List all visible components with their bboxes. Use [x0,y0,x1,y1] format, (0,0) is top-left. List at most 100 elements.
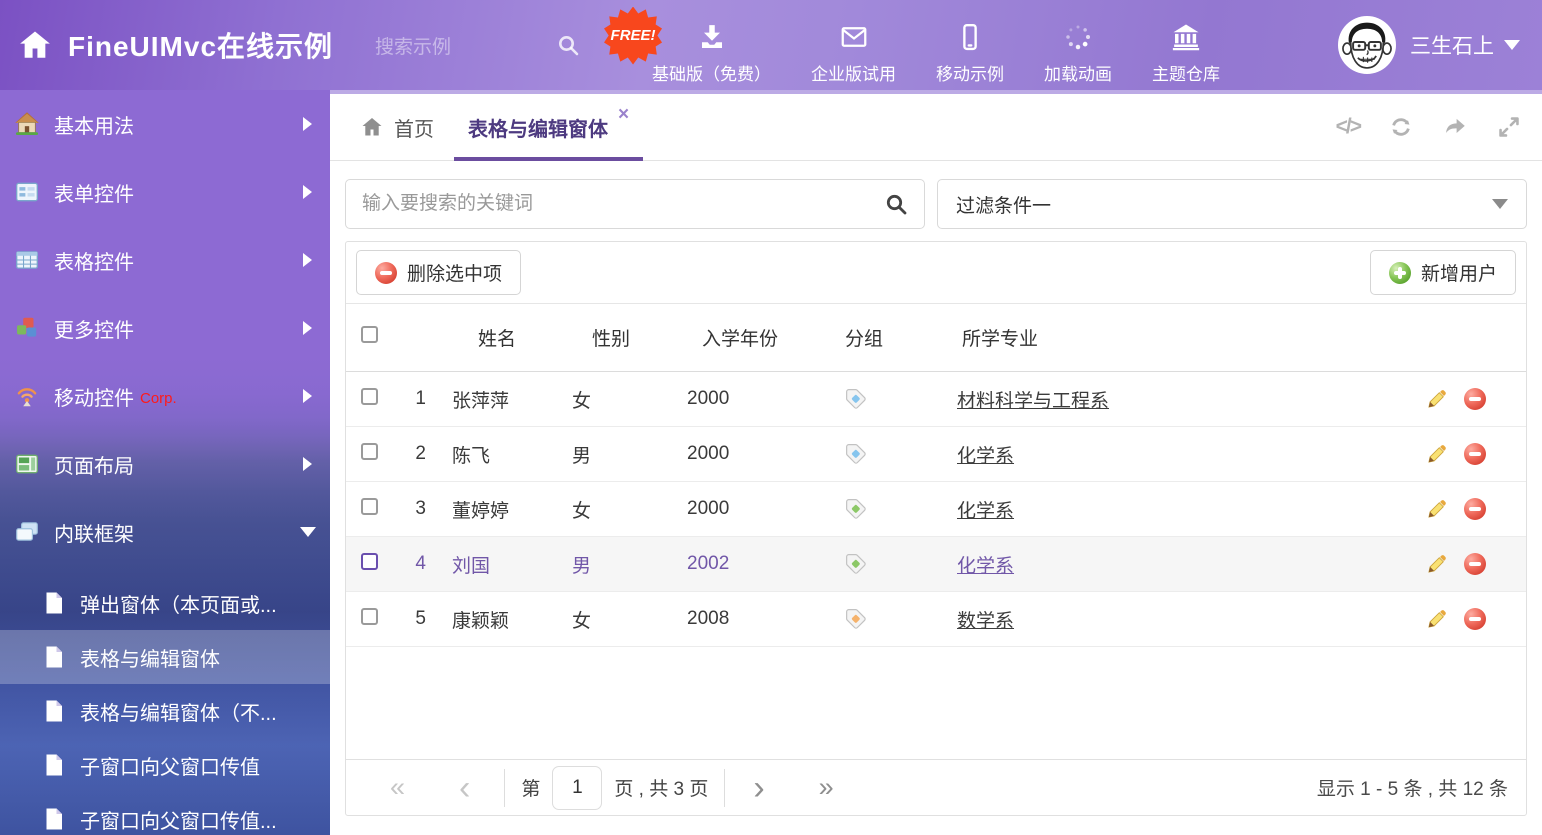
avatar[interactable] [1338,16,1396,74]
code-icon[interactable]: </> [1336,115,1360,139]
row-checkbox[interactable] [361,553,378,570]
layout-icon [14,451,40,477]
forward-icon[interactable] [1442,114,1468,140]
table-row[interactable]: 1 张萍萍 女 2000 材料科学与工程系 [346,372,1526,427]
table-row[interactable]: 3 董婷婷 女 2000 化学系 [346,482,1526,537]
search-input-box[interactable] [345,179,925,229]
add-user-button[interactable]: 新增用户 [1370,250,1516,295]
sidebar-subitem[interactable]: 子窗口向父窗口传值 [0,738,330,792]
cell-name: 张萍萍 [452,386,572,413]
chevron-down-icon [1504,40,1520,50]
page-input[interactable] [552,766,602,810]
cell-name: 康颖颖 [452,606,572,633]
sidebar-subitem[interactable]: 子窗口向父窗口传值... [0,792,330,835]
sidebar: 基本用法 表单控件 表格控件 更多控件 移动控件 Corp. 页面布局 [0,90,330,835]
filter-select[interactable]: 过滤条件一 [937,179,1527,229]
header-search-placeholder: 搜索示例 [375,32,451,59]
close-icon[interactable]: × [618,104,629,126]
select-all-checkbox[interactable] [361,326,378,343]
tag-icon[interactable] [845,388,957,410]
plus-icon [1389,262,1411,284]
filter-row: 过滤条件一 [330,161,1542,229]
tab-active[interactable]: 表格与编辑窗体 × [466,94,629,160]
header-search[interactable]: 搜索示例 [375,32,580,59]
search-icon[interactable] [556,33,580,57]
next-page-button[interactable]: › [753,771,764,805]
row-checkbox[interactable] [361,388,378,405]
sidebar-item[interactable]: 内联框架 [0,498,330,566]
col-major: 所学专业 [957,324,1377,351]
major-link[interactable]: 材料科学与工程系 [957,391,1109,412]
divider [724,769,725,807]
col-year: 入学年份 [687,324,842,351]
row-checkbox[interactable] [361,498,378,515]
delete-selected-button[interactable]: 删除选中项 [356,250,521,295]
home-icon [360,115,384,139]
search-icon[interactable] [884,192,908,216]
last-page-button[interactable]: » [819,774,834,801]
search-input[interactable] [362,193,884,215]
edit-icon[interactable] [1425,553,1448,576]
edit-icon[interactable] [1425,498,1448,521]
sidebar-item[interactable]: 移动控件 Corp. [0,362,330,430]
header-nav-item[interactable]: 移动示例 [916,6,1024,85]
delete-icon[interactable] [1464,388,1486,410]
cell-gender: 女 [572,496,687,523]
nav-label: 主题仓库 [1152,60,1220,85]
sidebar-item[interactable]: 表格控件 [0,226,330,294]
header-nav-item[interactable]: 企业版试用 [791,6,916,85]
sidebar-item[interactable]: 基本用法 [0,90,330,158]
major-link[interactable]: 化学系 [957,556,1014,577]
header-nav-item[interactable]: FREE! 基础版（免费） [632,6,791,85]
table-row[interactable]: 5 康颖颖 女 2008 数学系 [346,592,1526,647]
chevron-right-icon [303,389,312,403]
prev-page-button[interactable]: ‹ [459,771,470,805]
delete-icon[interactable] [1464,608,1486,630]
tag-icon[interactable] [845,553,957,575]
row-checkbox[interactable] [361,443,378,460]
cell-name: 董婷婷 [452,496,572,523]
cubes-icon [14,315,40,341]
tag-icon[interactable] [845,498,957,520]
edit-icon[interactable] [1425,443,1448,466]
delete-icon[interactable] [1464,498,1486,520]
major-link[interactable]: 化学系 [957,446,1014,467]
expand-icon[interactable] [1496,114,1522,140]
table-row[interactable]: 4 刘国 男 2002 化学系 [346,537,1526,592]
home-icon[interactable] [18,28,52,62]
table-row[interactable]: 2 陈飞 男 2000 化学系 [346,427,1526,482]
row-checkbox[interactable] [361,608,378,625]
row-number: 5 [394,608,452,630]
file-icon [42,591,66,615]
delete-icon[interactable] [1464,553,1486,575]
major-link[interactable]: 数学系 [957,611,1014,632]
table-icon [14,247,40,273]
delete-icon[interactable] [1464,443,1486,465]
sidebar-item[interactable]: 更多控件 [0,294,330,362]
sidebar-item[interactable]: 表单控件 [0,158,330,226]
chevron-down-icon [1492,199,1508,209]
user-name: 三生石上 [1410,30,1494,60]
sidebar-item-label: 更多控件 [54,314,134,343]
tag-icon[interactable] [845,443,957,465]
main-content: 首页 表格与编辑窗体 × </> [330,90,1542,835]
header-nav-item[interactable]: 主题仓库 [1132,6,1240,85]
refresh-icon[interactable] [1388,114,1414,140]
sidebar-item-label: 表格控件 [54,246,134,275]
edit-icon[interactable] [1425,608,1448,631]
user-menu[interactable]: 三生石上 [1338,16,1520,74]
first-page-button[interactable]: « [390,774,405,801]
tab-home[interactable]: 首页 [360,113,434,142]
sidebar-subitem[interactable]: 表格与编辑窗体 [0,630,330,684]
sidebar-item[interactable]: 页面布局 [0,430,330,498]
sidebar-subitem[interactable]: 弹出窗体（本页面或... [0,576,330,630]
col-group: 分组 [842,324,957,351]
envelope-icon [839,22,869,52]
cell-gender: 男 [572,551,687,578]
nav-label: 企业版试用 [811,60,896,85]
header-nav-item[interactable]: 加载动画 [1024,6,1132,85]
tag-icon[interactable] [845,608,957,630]
major-link[interactable]: 化学系 [957,501,1014,522]
edit-icon[interactable] [1425,388,1448,411]
sidebar-subitem[interactable]: 表格与编辑窗体（不... [0,684,330,738]
